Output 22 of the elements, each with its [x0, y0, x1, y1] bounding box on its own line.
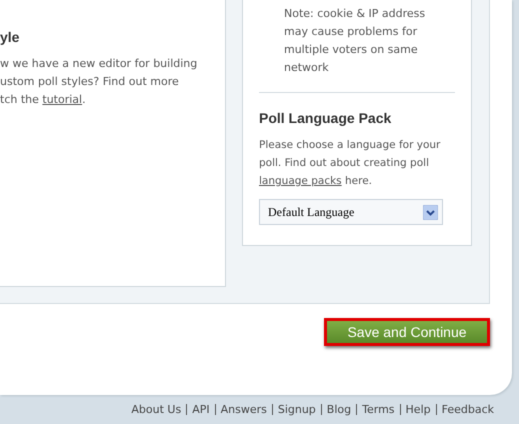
- footer-link[interactable]: Signup: [278, 403, 316, 416]
- dropdown-arrow-icon: [423, 204, 438, 220]
- footer-link[interactable]: Feedback: [442, 403, 494, 416]
- tutorial-link[interactable]: tutorial: [42, 93, 82, 106]
- language-description: Please choose a language for your poll. Find out about creating poll language packs here.: [259, 138, 442, 189]
- footer-link[interactable]: API: [192, 403, 210, 416]
- note-text: may cause problems for: [283, 24, 418, 40]
- note-text: Note: cookie & IP address: [283, 6, 426, 22]
- note-text: network: [283, 60, 330, 76]
- footer-link[interactable]: Blog: [326, 403, 352, 416]
- language-packs-link[interactable]: language packs: [259, 175, 342, 187]
- description-text: w we have a new editor for building: [0, 56, 198, 72]
- description-text: ustom poll styles? Find out more: [0, 74, 180, 90]
- description-text: tch the tutorial.: [0, 92, 87, 108]
- note-text: multiple voters on same: [283, 42, 419, 58]
- footer-link[interactable]: Help: [406, 403, 431, 416]
- section-heading: Poll Language Pack: [259, 110, 392, 126]
- footer-link[interactable]: Answers: [220, 403, 267, 416]
- footer-link[interactable]: Terms: [362, 403, 395, 416]
- section-heading: yle: [0, 29, 20, 45]
- language-select[interactable]: Default Language: [259, 199, 443, 225]
- footer-link[interactable]: About Us: [131, 403, 182, 416]
